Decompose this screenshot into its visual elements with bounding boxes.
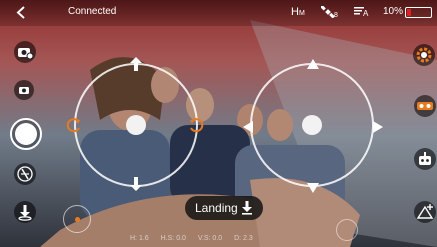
battery-percent: 10% — [383, 6, 404, 17]
video-mode-button[interactable] — [14, 80, 34, 100]
triangle-left-icon — [243, 121, 253, 133]
vr-glasses-icon — [417, 102, 433, 110]
landing-button[interactable]: Landing — [185, 196, 263, 220]
left-joystick[interactable] — [66, 57, 204, 191]
camera-icon — [18, 48, 34, 60]
triangle-down-icon — [307, 183, 319, 193]
right-joystick[interactable] — [243, 59, 383, 193]
headless-mode-sub: M — [298, 10, 305, 17]
rotate-right-icon — [190, 118, 204, 133]
takeoff-button[interactable] — [14, 201, 36, 223]
trim-dial-dot — [75, 217, 80, 222]
robot-icon — [419, 152, 431, 165]
altitude-readout: H: 1.6 — [130, 235, 149, 242]
flight-mode-icon — [17, 166, 33, 182]
left-joystick-knob[interactable] — [126, 115, 146, 135]
calibrate-button[interactable] — [414, 201, 436, 223]
arrow-down-icon — [130, 177, 142, 191]
triangle-up-icon — [307, 59, 319, 69]
status-bar: Connected HM 8 A 10% — [0, 0, 437, 26]
satellite-icon — [321, 6, 335, 18]
landing-arrow-icon — [242, 201, 252, 215]
connection-status: Connected — [68, 6, 117, 17]
headless-mode-label: H — [291, 6, 299, 18]
triangle-right-icon — [373, 121, 383, 133]
vr-mode-button[interactable] — [414, 95, 436, 117]
photo-settings-button[interactable] — [14, 41, 36, 63]
horizontal-speed-readout: H.S: 0.0 — [160, 235, 186, 242]
rotate-left-icon — [66, 118, 80, 133]
takeoff-icon — [18, 205, 32, 221]
arrow-up-icon — [130, 57, 142, 71]
gear-icon — [416, 47, 432, 63]
shutter-button[interactable] — [10, 118, 42, 150]
trim-dial-right[interactable] — [336, 219, 358, 241]
flight-mode-button[interactable] — [14, 163, 36, 185]
gps-count: 8 — [334, 12, 338, 19]
chevron-left-icon[interactable] — [16, 6, 26, 19]
right-joystick-knob[interactable] — [302, 115, 322, 135]
signal-label: A — [363, 9, 369, 18]
calibrate-icon — [416, 204, 434, 219]
vertical-speed-readout: V.S: 0.0 — [197, 235, 223, 242]
landing-button-label: Landing — [195, 201, 238, 215]
video-icon — [19, 87, 29, 94]
robot-mode-button[interactable] — [414, 148, 436, 170]
settings-button[interactable] — [413, 44, 435, 66]
telemetry-bar: H: 1.6 H.S: 0.0 V.S: 0.0 D: 2.3 — [130, 233, 330, 245]
trim-dial[interactable] — [63, 205, 91, 233]
shutter-icon — [15, 123, 37, 145]
battery-level-fill — [407, 9, 411, 16]
headless-mode-indicator: HM — [291, 6, 305, 20]
drone-control-screen: Connected HM 8 A 10% Landing H: 1.6 H.S:… — [0, 0, 437, 247]
battery-icon — [405, 7, 432, 18]
distance-readout: D: 2.3 — [234, 235, 253, 242]
